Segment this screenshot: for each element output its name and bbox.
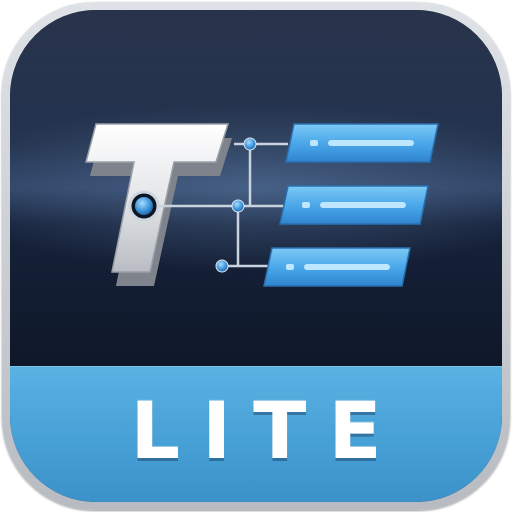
- tree-bars: [263, 123, 439, 287]
- app-icon-body: LITE: [10, 10, 502, 502]
- te-logo-icon: [85, 123, 439, 287]
- lite-label: LITE: [130, 387, 404, 477]
- app-icon[interactable]: LITE: [2, 2, 510, 510]
- lite-band: LITE: [10, 366, 502, 502]
- icon-top-panel: [10, 10, 502, 366]
